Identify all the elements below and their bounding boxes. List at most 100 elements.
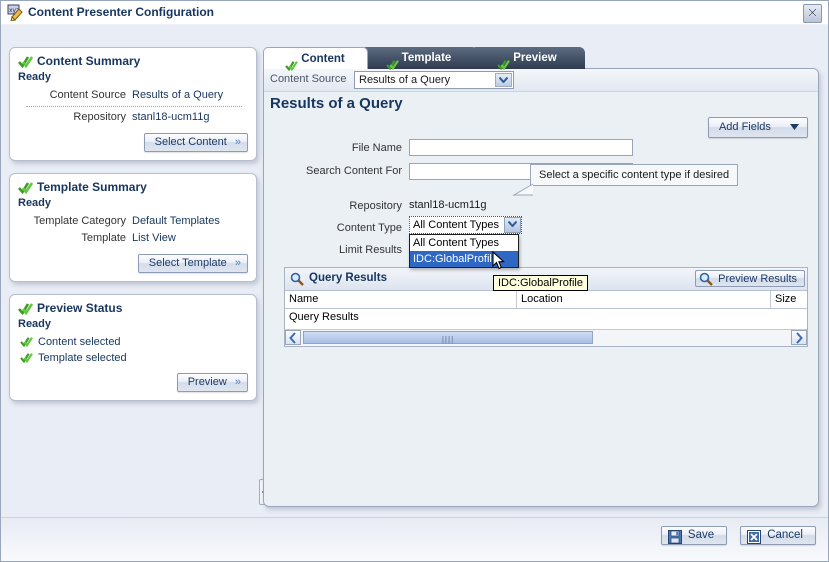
chevron-down-icon bbox=[790, 121, 799, 133]
column-header-size[interactable]: Size bbox=[771, 291, 807, 308]
magnifier-icon bbox=[290, 272, 304, 289]
tab-template[interactable]: Template bbox=[360, 47, 478, 71]
field-value: List View bbox=[132, 232, 176, 244]
add-fields-button[interactable]: Add Fields bbox=[707, 117, 808, 138]
cancel-icon bbox=[747, 530, 762, 547]
tab-preview[interactable]: Preview bbox=[470, 47, 585, 71]
content-panel: Content Source Results of a Query Result… bbox=[263, 68, 819, 507]
panel-title-preview-status: Preview Status bbox=[18, 301, 248, 316]
page-title: Content Presenter Configuration bbox=[28, 5, 215, 19]
preview-button[interactable]: Preview » bbox=[176, 373, 248, 392]
panel-template-summary: Template Summary Ready Template Category… bbox=[9, 173, 257, 282]
title-bar: xyz Content Presenter Configuration bbox=[1, 1, 828, 24]
search-content-for-label: Search Content For bbox=[306, 165, 402, 177]
content-type-dropdown-list[interactable]: All Content Types IDC:GlobalProfile bbox=[409, 234, 519, 268]
form-row-limit-results: Limit Results bbox=[264, 241, 818, 263]
select-template-button[interactable]: Select Template » bbox=[137, 254, 248, 273]
field-label: Content Source bbox=[49, 89, 126, 101]
file-name-input[interactable] bbox=[409, 139, 633, 156]
preview-results-button[interactable]: Preview Results bbox=[695, 270, 805, 287]
panel-preview-status: Preview Status Ready Content selected Te… bbox=[9, 294, 257, 401]
dropdown-option-idc-globalprofile[interactable]: IDC:GlobalProfile bbox=[410, 251, 518, 267]
content-area: Content Template Preview Content Source … bbox=[263, 47, 819, 507]
panel-title-content-summary: Content Summary bbox=[18, 54, 248, 69]
tab-label: Content bbox=[301, 53, 345, 65]
results-horizontal-scrollbar[interactable]: |||| bbox=[285, 329, 807, 346]
content-source-value: Results of a Query bbox=[359, 74, 451, 86]
button-label: Preview bbox=[187, 376, 227, 388]
field-value: Default Templates bbox=[132, 215, 220, 227]
button-label: Select Content bbox=[154, 136, 227, 148]
panel-status: Ready bbox=[18, 197, 52, 209]
field-content-source: Content Source Results of a Query bbox=[18, 87, 248, 104]
tab-label: Preview bbox=[513, 52, 557, 64]
panel-status: Ready bbox=[18, 318, 52, 330]
grip-icon: |||| bbox=[441, 335, 455, 344]
cancel-button[interactable]: Cancel bbox=[740, 526, 816, 545]
scroll-left-button[interactable] bbox=[285, 330, 301, 345]
close-icon[interactable] bbox=[803, 4, 822, 23]
column-header-location[interactable]: Location bbox=[517, 291, 771, 308]
footer-buttons: Save Cancel bbox=[651, 526, 816, 545]
field-template-category: Template Category Default Templates bbox=[18, 213, 248, 230]
content-type-select[interactable]: All Content Types bbox=[409, 216, 522, 234]
save-disk-icon bbox=[667, 530, 682, 547]
content-source-row: Content Source Results of a Query bbox=[264, 69, 818, 92]
tab-content[interactable]: Content bbox=[263, 47, 368, 72]
chevron-down-icon[interactable] bbox=[495, 73, 512, 87]
check-content-selected: Content selected bbox=[18, 334, 248, 350]
panel-button-row: Preview » bbox=[18, 373, 248, 392]
cancel-label: Cancel bbox=[767, 529, 803, 541]
tooltip-tail bbox=[512, 183, 534, 202]
divider bbox=[26, 106, 242, 107]
results-page-title: Results of a Query bbox=[270, 95, 403, 112]
select-content-button[interactable]: Select Content » bbox=[143, 133, 248, 152]
scroll-thumb[interactable]: |||| bbox=[303, 331, 593, 344]
dropdown-option-all-content-types[interactable]: All Content Types bbox=[410, 235, 518, 251]
check-label: Content selected bbox=[38, 336, 121, 348]
table-row[interactable]: Query Results bbox=[285, 309, 807, 329]
checkmark-icon bbox=[385, 56, 400, 71]
tab-bar: Content Template Preview bbox=[263, 47, 819, 72]
form-row-content-type: Content Type All Content Types All Conte… bbox=[264, 216, 818, 268]
chevron-down-icon[interactable] bbox=[504, 217, 521, 233]
checkmark-icon bbox=[20, 352, 35, 365]
tooltip-text: IDC:GlobalProfile bbox=[498, 277, 583, 289]
checkmark-icon bbox=[20, 336, 35, 349]
chevron-right-icon: » bbox=[234, 376, 241, 388]
field-value: Results of a Query bbox=[132, 89, 224, 101]
field-label: Repository bbox=[73, 111, 126, 123]
save-button[interactable]: Save bbox=[660, 526, 728, 547]
results-table-header: Name Location Size bbox=[285, 291, 807, 309]
content-source-select[interactable]: Results of a Query bbox=[354, 71, 514, 89]
panel-content-summary: Content Summary Ready Content Source Res… bbox=[9, 47, 257, 161]
content-type-value: All Content Types bbox=[413, 219, 500, 231]
field-label: Template Category bbox=[33, 215, 126, 227]
query-results-title: Query Results bbox=[309, 272, 387, 284]
content-presenter-dialog: xyz Content Presenter Configuration Cont… bbox=[0, 0, 829, 562]
panel-button-row: Select Template » bbox=[18, 254, 248, 273]
chevron-right-icon: » bbox=[234, 257, 241, 269]
check-template-selected: Template selected bbox=[18, 350, 248, 366]
chevron-right-icon: » bbox=[234, 136, 241, 148]
magnifier-icon bbox=[699, 272, 713, 291]
check-label: Template selected bbox=[38, 352, 127, 364]
content-type-tooltip: Select a specific content type if desire… bbox=[530, 164, 739, 186]
field-label: Template bbox=[81, 232, 126, 244]
form-row-repository: Repository stanl18-ucm11g bbox=[264, 197, 818, 219]
checkmark-icon bbox=[18, 181, 34, 195]
summary-rail: Content Summary Ready Content Source Res… bbox=[9, 47, 257, 413]
dialog-footer: Save Cancel bbox=[1, 517, 828, 561]
column-header-name[interactable]: Name bbox=[285, 291, 517, 308]
checkmark-icon bbox=[496, 56, 511, 71]
button-label: Select Template bbox=[148, 257, 227, 269]
query-form: File Name Search Content For Repository … bbox=[264, 139, 818, 268]
option-hover-tooltip: IDC:GlobalProfile bbox=[493, 275, 588, 291]
panel-title-template-summary: Template Summary bbox=[18, 180, 248, 195]
tooltip-text: Select a specific content type if desire… bbox=[539, 169, 730, 181]
checkmark-icon bbox=[18, 55, 34, 69]
panel-button-row: Select Content » bbox=[18, 133, 248, 152]
scroll-right-button[interactable] bbox=[791, 330, 807, 345]
field-template: Template List View bbox=[18, 230, 248, 247]
repository-value: stanl18-ucm11g bbox=[409, 199, 487, 211]
